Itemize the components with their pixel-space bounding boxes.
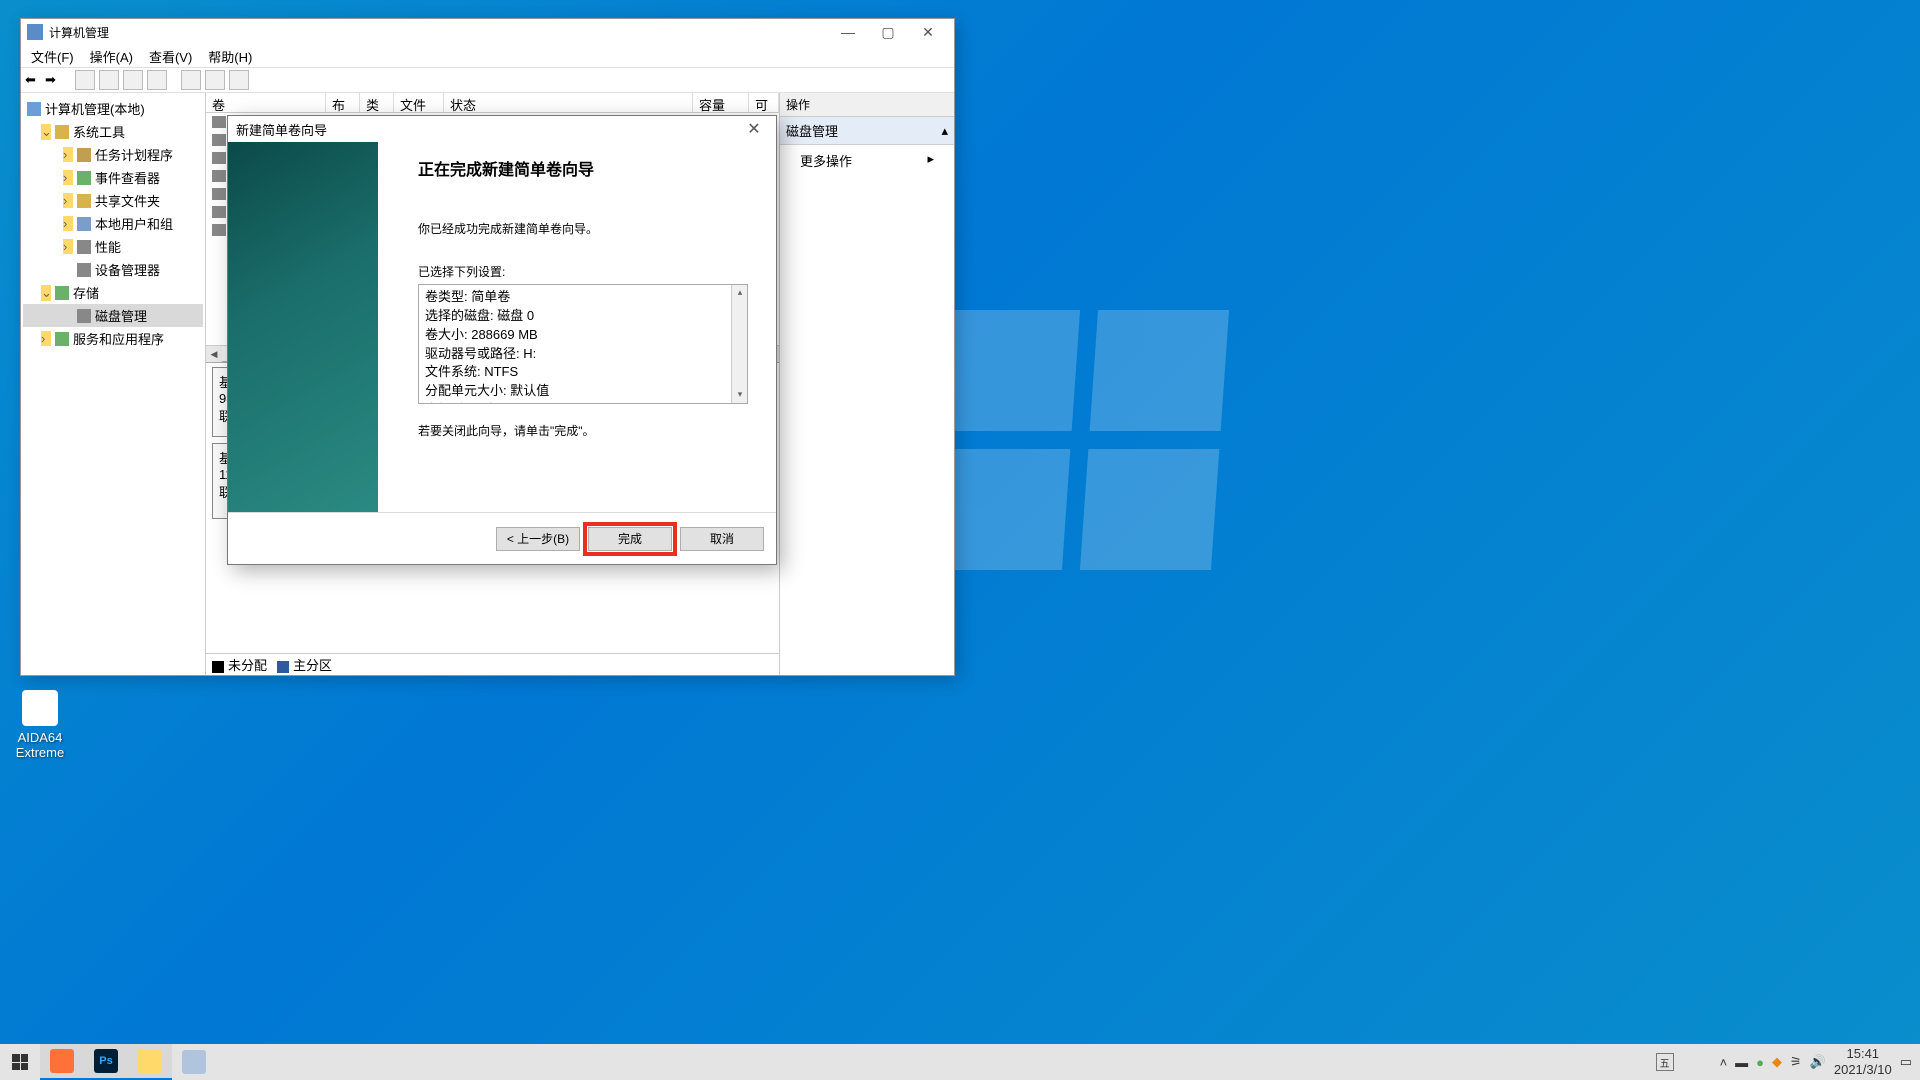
legend-primary: 主分区 bbox=[277, 655, 332, 674]
wizard-heading: 正在完成新建简单卷向导 bbox=[418, 156, 748, 180]
toolbar-button[interactable] bbox=[181, 70, 201, 90]
notifications-icon[interactable]: ▭ bbox=[1900, 1054, 1912, 1070]
forward-icon[interactable]: ➡ bbox=[45, 72, 61, 88]
volume-list-header: 卷 布局 类型 文件系统 状态 容量 可 bbox=[206, 93, 779, 113]
system-tray: 五 ˄ ▬ ● ◆ ⚞ 🔊 15:41 2021/3/10 ▭ bbox=[1656, 1046, 1920, 1077]
tree-storage[interactable]: ⌄存储 bbox=[23, 281, 203, 304]
finish-button[interactable]: 完成 bbox=[588, 527, 672, 551]
desktop-windows-logo bbox=[931, 310, 1229, 570]
col-volume[interactable]: 卷 bbox=[206, 93, 326, 112]
menubar: 文件(F) 操作(A) 查看(V) 帮助(H) bbox=[21, 45, 954, 67]
toolbar-button[interactable] bbox=[99, 70, 119, 90]
tree-services-apps[interactable]: ›服务和应用程序 bbox=[23, 327, 203, 350]
wizard-close-button[interactable]: ✕ bbox=[740, 119, 768, 139]
new-simple-volume-wizard: 新建简单卷向导 ✕ 正在完成新建简单卷向导 你已经成功完成新建简单卷向导。 已选… bbox=[227, 115, 777, 565]
taskbar-photoshop[interactable]: Ps bbox=[84, 1044, 128, 1080]
col-type[interactable]: 类型 bbox=[360, 93, 394, 112]
scroll-down-icon[interactable]: ▾ bbox=[732, 387, 748, 403]
tree-event-viewer[interactable]: ›事件查看器 bbox=[23, 166, 203, 189]
taskbar-firefox[interactable] bbox=[40, 1044, 84, 1080]
tree-disk-management[interactable]: 磁盘管理 bbox=[23, 304, 203, 327]
toolbar-button[interactable] bbox=[123, 70, 143, 90]
titlebar: 计算机管理 — ▢ ✕ bbox=[21, 19, 954, 45]
tray-icon[interactable]: ▬ bbox=[1735, 1055, 1748, 1070]
taskbar-app[interactable] bbox=[172, 1044, 216, 1080]
taskbar: Ps 五 ˄ ▬ ● ◆ ⚞ 🔊 15:41 2021/3/10 ▭ bbox=[0, 1044, 1920, 1080]
tree-performance[interactable]: ›性能 bbox=[23, 235, 203, 258]
tray-icon[interactable]: ● bbox=[1756, 1055, 1764, 1070]
col-status[interactable]: 状态 bbox=[444, 93, 693, 112]
cancel-button[interactable]: 取消 bbox=[680, 527, 764, 551]
ime-indicator[interactable]: 五 bbox=[1656, 1053, 1674, 1071]
desktop-icon-aida64[interactable]: AIDA64 Extreme bbox=[15, 690, 65, 760]
col-filesystem[interactable]: 文件系统 bbox=[394, 93, 444, 112]
actions-header: 操作 bbox=[780, 93, 954, 117]
wizard-title: 新建简单卷向导 bbox=[236, 120, 740, 139]
tree-shared-folders[interactable]: ›共享文件夹 bbox=[23, 189, 203, 212]
scroll-up-icon[interactable]: ▴ bbox=[732, 285, 748, 301]
tree-system-tools[interactable]: ⌄系统工具 bbox=[23, 120, 203, 143]
maximize-button[interactable]: ▢ bbox=[868, 19, 908, 45]
wifi-icon[interactable]: ⚞ bbox=[1790, 1054, 1802, 1070]
tree-root[interactable]: 计算机管理(本地) bbox=[23, 97, 203, 120]
legend-unallocated: 未分配 bbox=[212, 655, 267, 674]
minimize-button[interactable]: — bbox=[828, 19, 868, 45]
menu-help[interactable]: 帮助(H) bbox=[202, 45, 258, 68]
back-icon[interactable]: ⬅ bbox=[25, 72, 41, 88]
wizard-close-instruction: 若要关闭此向导，请单击"完成"。 bbox=[418, 422, 748, 439]
submenu-icon: ▸ bbox=[927, 151, 934, 170]
collapse-icon: ▴ bbox=[941, 123, 948, 139]
menu-view[interactable]: 查看(V) bbox=[143, 45, 198, 68]
tree-device-manager[interactable]: 设备管理器 bbox=[23, 258, 203, 281]
toolbar-button[interactable] bbox=[147, 70, 167, 90]
clock[interactable]: 15:41 2021/3/10 bbox=[1834, 1046, 1892, 1077]
window-title: 计算机管理 bbox=[49, 24, 828, 41]
menu-action[interactable]: 操作(A) bbox=[84, 45, 139, 68]
back-button[interactable]: < 上一步(B) bbox=[496, 527, 580, 551]
tray-chevron-icon[interactable]: ˄ bbox=[1720, 1055, 1728, 1070]
start-button[interactable] bbox=[0, 1044, 40, 1080]
toolbar-button[interactable] bbox=[229, 70, 249, 90]
wizard-footer: < 上一步(B) 完成 取消 bbox=[228, 512, 776, 564]
col-free[interactable]: 可 bbox=[749, 93, 779, 112]
col-layout[interactable]: 布局 bbox=[326, 93, 360, 112]
tree-local-users[interactable]: ›本地用户和组 bbox=[23, 212, 203, 235]
tree-task-scheduler[interactable]: ›任务计划程序 bbox=[23, 143, 203, 166]
wizard-side-graphic bbox=[228, 142, 378, 512]
legend: 未分配 主分区 bbox=[206, 653, 779, 675]
toolbar-button[interactable] bbox=[205, 70, 225, 90]
app-icon bbox=[27, 24, 43, 40]
toolbar-button[interactable] bbox=[75, 70, 95, 90]
close-button[interactable]: ✕ bbox=[908, 19, 948, 45]
volume-icon[interactable]: 🔊 bbox=[1810, 1054, 1826, 1070]
wizard-titlebar: 新建简单卷向导 ✕ bbox=[228, 116, 776, 142]
wizard-settings-list[interactable]: 卷类型: 简单卷 选择的磁盘: 磁盘 0 卷大小: 288669 MB 驱动器号… bbox=[418, 284, 748, 404]
actions-section[interactable]: 磁盘管理▴ bbox=[780, 117, 954, 145]
actions-pane: 操作 磁盘管理▴ 更多操作▸ bbox=[780, 93, 954, 675]
taskbar-explorer[interactable] bbox=[128, 1044, 172, 1080]
tray-icon[interactable]: ◆ bbox=[1772, 1054, 1782, 1070]
scroll-left-icon[interactable]: ◀ bbox=[206, 346, 222, 362]
col-capacity[interactable]: 容量 bbox=[693, 93, 749, 112]
wizard-success-text: 你已经成功完成新建简单卷向导。 bbox=[418, 220, 748, 237]
actions-more[interactable]: 更多操作▸ bbox=[780, 145, 954, 176]
wizard-settings-label: 已选择下列设置: bbox=[418, 263, 748, 280]
settings-scrollbar[interactable]: ▴ ▾ bbox=[731, 285, 747, 403]
tree-pane: 计算机管理(本地) ⌄系统工具 ›任务计划程序 ›事件查看器 ›共享文件夹 ›本… bbox=[21, 93, 206, 675]
toolbar: ⬅ ➡ bbox=[21, 67, 954, 93]
menu-file[interactable]: 文件(F) bbox=[25, 45, 80, 68]
